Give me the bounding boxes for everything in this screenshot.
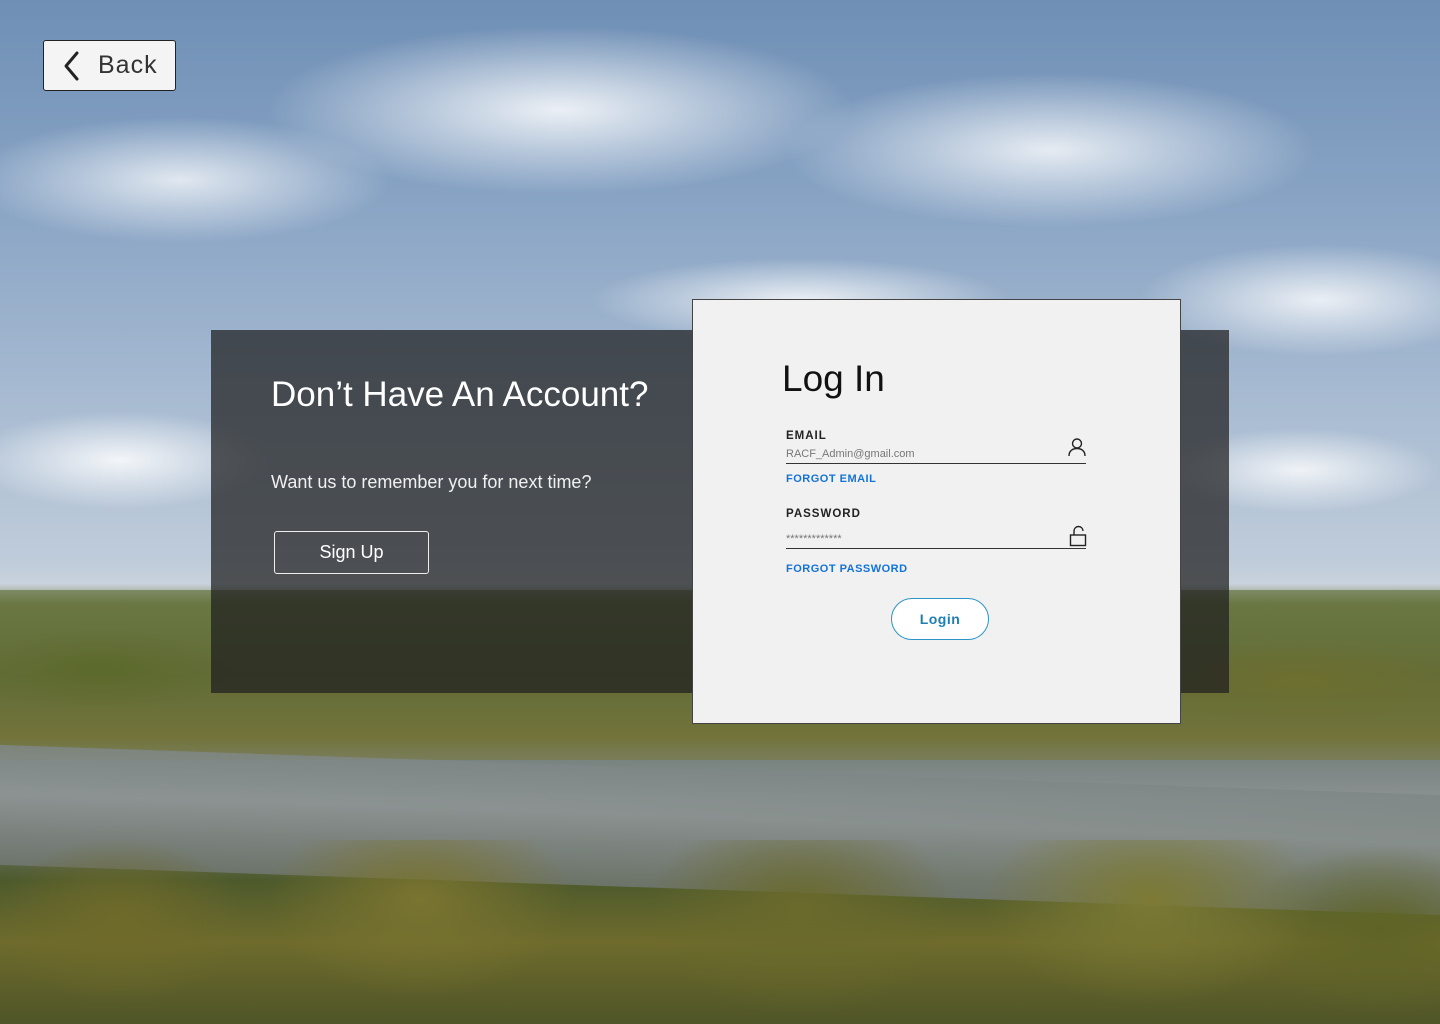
unlock-icon[interactable]: [1067, 525, 1089, 547]
chevron-left-icon: [54, 48, 90, 84]
login-card: Log In EMAIL FORGOT EMAIL PASSWORD FORGO…: [692, 299, 1181, 724]
back-label: Back: [98, 51, 158, 79]
forgot-password-link[interactable]: FORGOT PASSWORD: [786, 563, 908, 575]
background-trees: [0, 840, 1440, 1024]
forgot-email-link[interactable]: FORGOT EMAIL: [786, 473, 876, 485]
login-button[interactable]: Login: [891, 598, 989, 640]
login-page: Back Don’t Have An Account? Want us to r…: [0, 0, 1440, 1024]
signup-subtitle: Want us to remember you for next time?: [271, 472, 592, 492]
email-field[interactable]: [786, 448, 1086, 464]
user-icon: [1066, 436, 1088, 458]
password-label: PASSWORD: [786, 508, 861, 520]
password-field[interactable]: [786, 533, 1086, 549]
back-button[interactable]: Back: [43, 40, 176, 91]
login-title: Log In: [782, 358, 885, 399]
signup-heading: Don’t Have An Account?: [271, 375, 649, 414]
sign-up-button[interactable]: Sign Up: [274, 531, 429, 574]
email-label: EMAIL: [786, 430, 827, 442]
